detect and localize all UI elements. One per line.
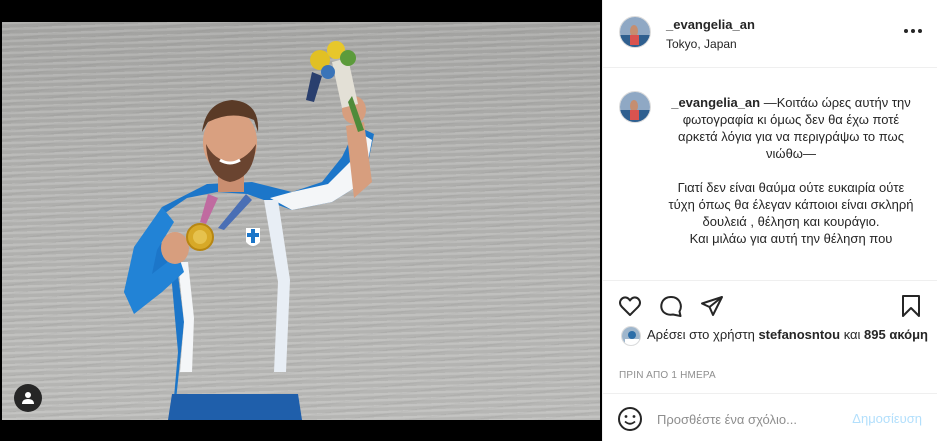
- athlete-photo-illustration: [124, 41, 374, 420]
- likes-count[interactable]: 895 ακόμη: [864, 327, 928, 342]
- post-side-panel: _evangelia_an Tokyo, Japan _evangelia_an…: [602, 0, 937, 441]
- post-comment-button[interactable]: Δημοσίευση: [852, 411, 922, 426]
- paper-plane-icon: [701, 296, 723, 316]
- post-timestamp[interactable]: ΠΡΙΝ ΑΠΟ 1 ΗΜΕΡΑ: [619, 370, 716, 381]
- likes-middle: και: [840, 327, 865, 342]
- avatar-image: [620, 92, 650, 122]
- post-caption: _evangelia_an —Κοιτάω ώρες αυτήν την φωτ…: [603, 69, 937, 279]
- likes-text: Αρέσει στο χρήστη stefanosntou και 895 α…: [619, 325, 929, 344]
- emoji-smile-icon: [618, 407, 642, 431]
- caption-author-avatar[interactable]: [619, 91, 651, 123]
- emoji-button[interactable]: [617, 406, 643, 432]
- caption-line-3: Και μιλάω για αυτή την θέληση που: [689, 231, 893, 246]
- caption-text: _evangelia_an —Κοιτάω ώρες αυτήν την φωτ…: [666, 94, 916, 247]
- dot: [918, 29, 922, 33]
- heart-icon: [619, 296, 641, 316]
- avatar-image: [620, 17, 650, 47]
- post-header: _evangelia_an Tokyo, Japan: [603, 0, 937, 68]
- liker-username[interactable]: stefanosntou: [758, 327, 840, 342]
- author-avatar[interactable]: [619, 16, 651, 48]
- user-tag-icon: [22, 392, 34, 404]
- post-location[interactable]: Tokyo, Japan: [666, 37, 737, 51]
- dot: [904, 29, 908, 33]
- caption-username[interactable]: _evangelia_an: [671, 95, 760, 110]
- likes-summary: Αρέσει στο χρήστη stefanosntou και 895 α…: [619, 325, 929, 346]
- share-button[interactable]: [699, 293, 725, 319]
- author-username[interactable]: _evangelia_an: [666, 17, 755, 32]
- save-button[interactable]: [898, 293, 924, 319]
- caption-line-2: Γιατί δεν είναι θαύμα ούτε ευκαιρία ούτε…: [668, 180, 914, 229]
- comment-bar: Δημοσίευση: [603, 393, 937, 441]
- comment-input[interactable]: [657, 404, 837, 434]
- likes-prefix: Αρέσει στο χρήστη: [647, 327, 759, 342]
- comment-button[interactable]: [658, 293, 684, 319]
- comment-bubble-icon: [660, 296, 682, 317]
- post-media: [0, 0, 602, 441]
- like-button[interactable]: [617, 293, 643, 319]
- action-bar: [603, 280, 937, 326]
- post-photo[interactable]: [2, 22, 600, 420]
- caption-paragraph-1: _evangelia_an —Κοιτάω ώρες αυτήν την φωτ…: [666, 94, 916, 162]
- liker-avatar[interactable]: [621, 326, 641, 346]
- user-tag-button[interactable]: [14, 384, 42, 412]
- more-options-icon[interactable]: [902, 24, 924, 38]
- dot: [911, 29, 915, 33]
- bookmark-icon: [902, 295, 920, 317]
